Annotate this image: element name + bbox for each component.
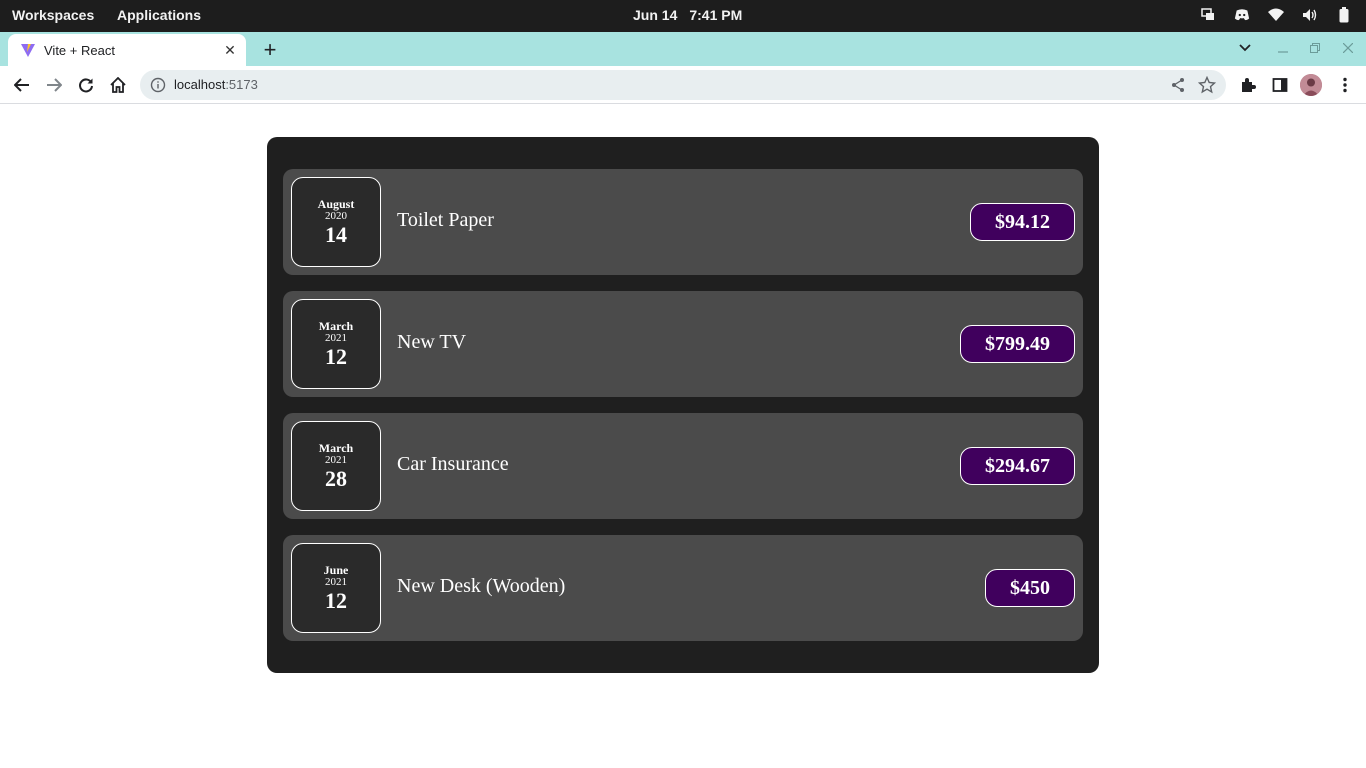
forward-arrow-icon[interactable] [43,74,65,96]
vite-logo-icon [20,42,36,58]
expense-amount: $450 [985,569,1075,607]
tab-vite-react[interactable]: Vite + React ✕ [8,34,246,66]
close-window-icon[interactable] [1338,38,1358,58]
expense-item: June 2021 12 New Desk (Wooden) $450 [283,535,1083,641]
url-host: localhost [174,77,226,92]
restore-window-icon[interactable] [1305,38,1325,58]
expense-title: Toilet Paper [397,209,494,231]
expense-title: New Desk (Wooden) [397,575,566,597]
screens-icon[interactable] [1200,7,1216,23]
workspaces-button[interactable]: Workspaces [12,7,94,23]
back-arrow-icon[interactable] [11,74,33,96]
expense-amount: $294.67 [960,447,1075,485]
address-bar[interactable]: localhost:5173 [140,70,1226,100]
url-port: :5173 [225,77,258,92]
expense-amount: $94.12 [970,203,1075,241]
close-tab-icon[interactable]: ✕ [222,42,238,58]
expense-date: August 2020 14 [291,177,381,267]
tab-title: Vite + React [44,42,115,58]
reload-icon[interactable] [75,74,97,96]
home-icon[interactable] [107,74,129,96]
minimize-window-icon[interactable] [1273,38,1293,58]
expense-title: Car Insurance [397,453,509,475]
applications-menu[interactable]: Applications [117,7,201,23]
expense-year: 2021 [325,332,347,344]
expense-day: 12 [325,344,347,369]
volume-icon[interactable] [1302,7,1318,23]
expense-day: 12 [325,588,347,613]
system-top-bar: Workspaces Applications Jun 14 7:41 PM [0,0,1366,32]
expenses-card: August 2020 14 Toilet Paper $94.12 March… [267,137,1099,673]
system-tray [1200,7,1352,23]
expense-day: 28 [325,466,347,491]
extensions-puzzle-icon[interactable] [1237,74,1259,96]
share-icon[interactable] [1170,77,1186,93]
discord-icon[interactable] [1234,7,1250,23]
expense-year: 2021 [325,576,347,588]
expense-year: 2021 [325,454,347,466]
expense-amount: $799.49 [960,325,1075,363]
browser-menu-icon[interactable] [1334,74,1356,96]
expense-item: March 2021 28 Car Insurance $294.67 [283,413,1083,519]
clock[interactable]: Jun 14 7:41 PM [633,7,742,23]
browser-toolbar: localhost:5173 [0,66,1366,104]
expense-date: March 2021 28 [291,421,381,511]
tab-search-icon[interactable] [1235,38,1255,58]
expense-date: March 2021 12 [291,299,381,389]
expense-title: New TV [397,331,467,353]
expense-item: March 2021 12 New TV $799.49 [283,291,1083,397]
expense-item: August 2020 14 Toilet Paper $94.12 [283,169,1083,275]
url-text: localhost:5173 [174,77,258,92]
wifi-icon[interactable] [1268,7,1284,23]
new-tab-button[interactable]: + [258,37,282,62]
side-panel-icon[interactable] [1269,74,1291,96]
expense-year: 2020 [325,210,347,222]
site-info-icon[interactable] [150,77,166,93]
expense-date: June 2021 12 [291,543,381,633]
battery-icon[interactable] [1336,7,1352,23]
bookmark-star-icon[interactable] [1197,75,1217,94]
tab-strip: Vite + React ✕ + [0,32,1366,66]
clock-date: Jun 14 [633,7,678,23]
expense-day: 14 [325,222,347,247]
profile-avatar[interactable] [1300,74,1322,96]
clock-time: 7:41 PM [689,7,743,23]
